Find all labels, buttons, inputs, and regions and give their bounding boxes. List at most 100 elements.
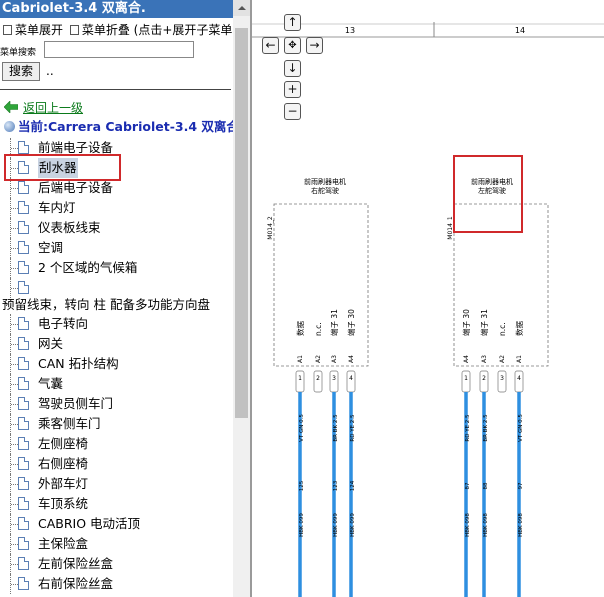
search-input[interactable] — [44, 41, 194, 58]
back-link[interactable]: 返回上一级 — [23, 101, 83, 115]
tree-item-label[interactable]: 外部车灯 — [38, 474, 88, 494]
window-title: Cabriolet-3.4 双离合. — [0, 0, 233, 18]
harness-code: HBK 099 — [350, 513, 356, 537]
document-icon — [18, 241, 29, 254]
left-scrollbar[interactable] — [233, 0, 250, 597]
pan-center-button[interactable]: ✥ — [284, 37, 301, 54]
menu-collapse-link[interactable]: 菜单折叠 (点击+展开子菜单) — [82, 23, 233, 37]
component-title: 前雨刷器电机 — [304, 177, 346, 186]
wire-spec: BR BK 2.5 — [333, 414, 339, 442]
wire-spec: RD YE 2.5 — [350, 414, 356, 442]
document-icon — [18, 221, 29, 234]
wire-number: 125 — [299, 480, 305, 491]
collapse-icon[interactable] — [69, 25, 79, 35]
navigation-panel: Cabriolet-3.4 双离合. 菜单展开 菜单折叠 (点击+展开子菜单) … — [0, 0, 233, 597]
menu-expand-link[interactable]: 菜单展开 — [15, 23, 63, 37]
pin-label: 数据 — [295, 321, 305, 336]
wiring-diagram-viewer[interactable]: 13 14 前雨刷器电机 右舵驾驶 M014_2 数据 A1 1 VT GN 0.5 125 H… — [252, 0, 604, 597]
wire-number: 97 — [518, 482, 524, 489]
component-subtitle: 左舵驾驶 — [478, 186, 506, 195]
document-icon — [18, 517, 29, 530]
pan-up-button[interactable]: ↑ — [284, 14, 301, 31]
tree-item-label[interactable]: CAN 拓扑结构 — [38, 354, 119, 374]
document-icon — [18, 377, 29, 390]
wire-spec: BR BK 2.5 — [483, 414, 489, 442]
tree-item-label[interactable]: 右侧座椅 — [38, 454, 88, 474]
current-path: 当前:Carrera Cabriolet-3.4 双离合 — [4, 119, 233, 135]
tree-connector — [11, 524, 18, 525]
tree-item-label[interactable]: 后端电子设备 — [38, 178, 113, 198]
component-box — [273, 203, 369, 367]
pan-down-button[interactable]: ↓ — [284, 60, 301, 77]
selection-highlight-box — [4, 154, 121, 181]
tree-item-label[interactable]: 左侧座椅 — [38, 434, 88, 454]
pan-right-button[interactable]: → — [306, 37, 323, 54]
zoom-out-button[interactable]: − — [284, 103, 301, 120]
tree-item-label[interactable]: 气囊 — [38, 374, 63, 394]
zoom-in-button[interactable]: + — [284, 81, 301, 98]
tree-item-label[interactable]: 乘客侧车门 — [38, 414, 101, 434]
tree-item-label[interactable]: 2 个区域的气候箱 — [38, 258, 137, 278]
tree-connector — [11, 324, 18, 325]
tree-item-label[interactable]: 车顶系统 — [38, 494, 88, 514]
tree-item-wrapped[interactable]: 预留线束，转向 柱 配备多功能方向盘 — [2, 296, 210, 314]
component-title: 前雨刷器电机 — [471, 177, 513, 186]
tree-connector — [11, 544, 18, 545]
back-arrow-icon[interactable] — [3, 100, 19, 114]
connector-number: 2 — [316, 375, 320, 382]
menu-toggle-row: 菜单展开 菜单折叠 (点击+展开子菜单) — [0, 22, 233, 38]
pin-label: 端子 30 — [346, 309, 356, 336]
document-icon — [18, 317, 29, 330]
search-button[interactable]: 搜索 — [2, 62, 40, 81]
tree-connector — [11, 208, 18, 209]
tree-connector — [11, 384, 18, 385]
pin-label: n.c. — [498, 322, 507, 336]
search-dots: .. — [46, 64, 54, 78]
document-icon — [18, 281, 29, 294]
document-icon — [18, 477, 29, 490]
pin-label: 端子 31 — [329, 309, 339, 336]
document-icon — [18, 537, 29, 550]
tree-item-label[interactable]: 驾驶员侧车门 — [38, 394, 113, 414]
tree-item-label[interactable]: 电子转向 — [38, 314, 88, 334]
connector-number: 1 — [298, 375, 302, 382]
tree-connector — [11, 228, 18, 229]
pin-label: n.c. — [314, 322, 323, 336]
column-number-13: 13 — [345, 26, 355, 35]
connector-number: 2 — [482, 375, 486, 382]
wire-number: 124 — [350, 480, 356, 491]
tree-connector — [11, 364, 18, 365]
scroll-thumb[interactable] — [235, 28, 248, 418]
component-0: 前雨刷器电机右舵驾驶 M014_2 数据 A1 1 VT GN 0.5 125 HBK 099… — [267, 177, 369, 597]
tree-item-label[interactable]: 主保险盒 — [38, 534, 88, 554]
document-icon — [18, 557, 29, 570]
tree-item-label[interactable]: 空调 — [38, 238, 63, 258]
document-icon — [18, 417, 29, 430]
tree-item-label[interactable]: 仪表板线束 — [38, 218, 101, 238]
divider — [0, 89, 231, 90]
connector-number: 3 — [500, 375, 504, 382]
tree-item-label[interactable]: CABRIO 电动活顶 — [38, 514, 140, 534]
column-number-14: 14 — [515, 26, 525, 35]
wire-number: 123 — [333, 480, 339, 491]
tree-connector — [11, 404, 18, 405]
tree-connector — [11, 584, 18, 585]
pin-code: A4 — [463, 355, 470, 363]
connector-number: 1 — [464, 375, 468, 382]
tree-item-label[interactable]: 网关 — [38, 334, 63, 354]
document-icon — [18, 337, 29, 350]
harness-code: HBK 099 — [333, 513, 339, 537]
wire-spec: VT GN 0.5 — [299, 414, 305, 442]
document-icon — [18, 577, 29, 590]
tree-connector — [11, 564, 18, 565]
pin-code: A1 — [516, 355, 523, 363]
expand-icon[interactable] — [3, 25, 12, 35]
tree-item-label[interactable]: 左前保险丝盒 — [38, 554, 113, 574]
tree-item-label[interactable]: 右前保险丝盒 — [38, 574, 113, 594]
tree-item-label[interactable]: 车内灯 — [38, 198, 76, 218]
pin-label: 数据 — [514, 321, 524, 336]
tree-connector — [11, 344, 18, 345]
back-row[interactable]: 返回上一级 — [3, 100, 83, 116]
scroll-up-arrow-icon[interactable] — [233, 0, 250, 16]
pan-left-button[interactable]: ← — [262, 37, 279, 54]
